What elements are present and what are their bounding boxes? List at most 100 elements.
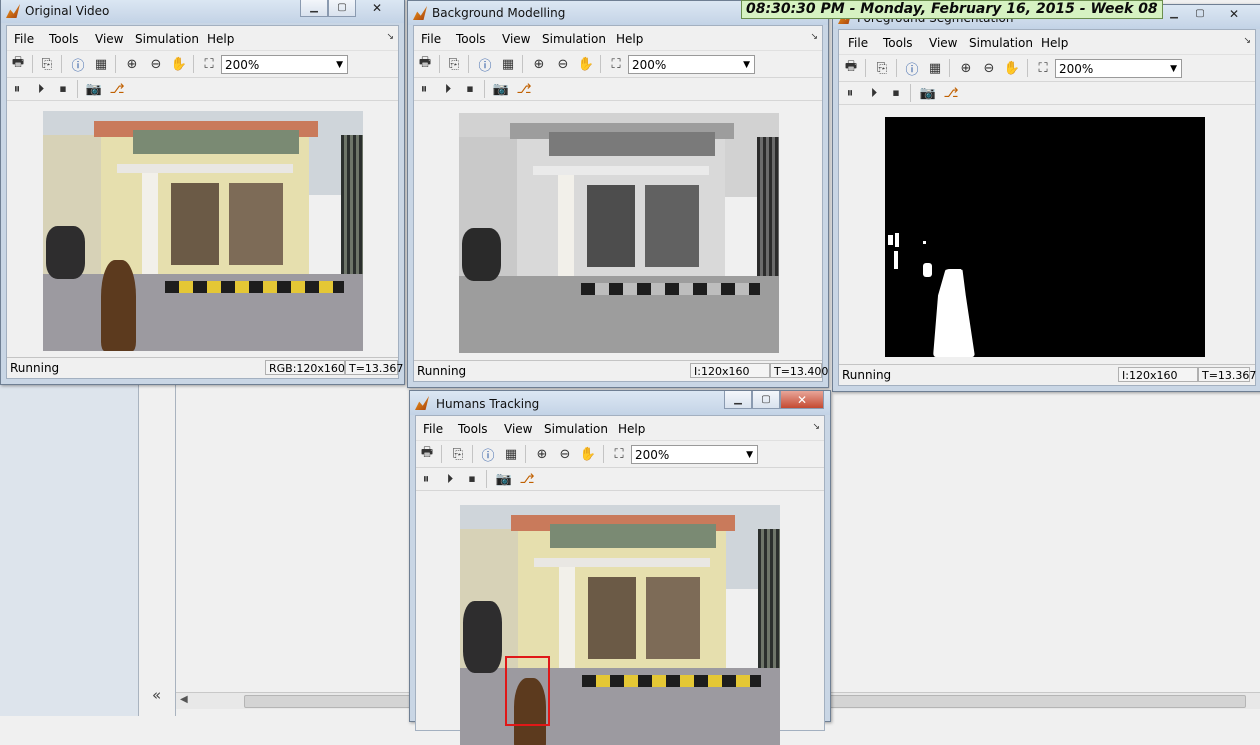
title-bar[interactable]: Original Video ▁ ▢ ✕ [1,0,404,23]
fit-to-window-icon[interactable]: ⛶ [1034,59,1052,77]
panel-divider [139,380,176,716]
pan-hand-icon[interactable]: ✋ [579,445,597,463]
stop-icon[interactable]: ⏹ [463,470,481,488]
info-icon[interactable]: ⓘ [476,55,494,74]
minimize-button[interactable]: ▁ [724,391,752,409]
step-forward-icon[interactable]: ⏵ [865,84,883,102]
title-bar[interactable]: Humans Tracking ▁ ▢ ✕ [410,391,830,415]
info-icon[interactable]: ⓘ [69,55,87,74]
copy-to-clipboard-icon[interactable]: ⎘ [445,55,463,73]
properties-icon[interactable]: ▦ [926,59,944,77]
menu-simulation[interactable]: Simulation [969,36,1033,50]
pause-icon[interactable]: ⏸ [8,80,26,98]
segmentation-mask [885,117,1205,357]
maximize-button[interactable]: ▢ [328,0,356,17]
stop-icon[interactable]: ⏹ [461,80,479,98]
menu-tools[interactable]: Tools [49,32,79,46]
highlight-block-icon[interactable]: ⎇ [518,470,536,488]
snapshot-camera-icon[interactable]: 📷 [495,470,513,488]
zoom-out-icon[interactable]: ⊖ [980,59,998,77]
menu-tools[interactable]: Tools [883,36,913,50]
pause-icon[interactable]: ⏸ [417,470,435,488]
menu-view[interactable]: View [502,32,530,46]
zoom-in-icon[interactable]: ⊕ [957,59,975,77]
print-icon[interactable]: 🖶 [9,55,27,73]
dock-arrow-icon[interactable]: ↘ [386,32,394,42]
copy-to-clipboard-icon[interactable]: ⎘ [873,59,891,77]
close-button[interactable]: ✕ [780,391,824,409]
stop-icon[interactable]: ⏹ [887,84,905,102]
fit-to-window-icon[interactable]: ⛶ [607,55,625,73]
menu-help[interactable]: Help [207,32,234,46]
zoom-select[interactable]: 200% ▼ [631,445,758,464]
menu-tools[interactable]: Tools [458,422,488,436]
snapshot-camera-icon[interactable]: 📷 [492,80,510,98]
maximize-button[interactable]: ▢ [1187,5,1213,22]
pause-icon[interactable]: ⏸ [841,84,859,102]
step-forward-icon[interactable]: ⏵ [439,80,457,98]
menu-file[interactable]: File [848,36,868,50]
menu-simulation[interactable]: Simulation [542,32,606,46]
zoom-in-icon[interactable]: ⊕ [123,55,141,73]
print-icon[interactable]: 🖶 [842,59,860,77]
print-icon[interactable]: 🖶 [416,55,434,73]
copy-to-clipboard-icon[interactable]: ⎘ [38,55,56,73]
menu-file[interactable]: File [423,422,443,436]
stop-icon[interactable]: ⏹ [54,80,72,98]
window-title: Background Modelling [432,6,566,20]
snapshot-camera-icon[interactable]: 📷 [919,84,937,102]
fit-to-window-icon[interactable]: ⛶ [200,55,218,73]
menu-view[interactable]: View [95,32,123,46]
zoom-in-icon[interactable]: ⊕ [530,55,548,73]
highlight-block-icon[interactable]: ⎇ [515,80,533,98]
pan-hand-icon[interactable]: ✋ [1003,59,1021,77]
properties-icon[interactable]: ▦ [499,55,517,73]
zoom-out-icon[interactable]: ⊖ [556,445,574,463]
dock-arrow-icon[interactable]: ↘ [810,32,818,42]
menu-help[interactable]: Help [616,32,643,46]
video-frame [43,111,363,351]
info-icon[interactable]: ⓘ [479,445,497,464]
zoom-select[interactable]: 200% ▼ [1055,59,1182,78]
pan-hand-icon[interactable]: ✋ [170,55,188,73]
menu-help[interactable]: Help [1041,36,1068,50]
pause-icon[interactable]: ⏸ [415,80,433,98]
menu-view[interactable]: View [504,422,532,436]
chevron-down-icon: ▼ [743,60,750,70]
menu-help[interactable]: Help [618,422,645,436]
chevron-down-icon: ▼ [746,450,753,460]
menu-file[interactable]: File [421,32,441,46]
menu-tools[interactable]: Tools [456,32,486,46]
step-forward-icon[interactable]: ⏵ [441,470,459,488]
dock-arrow-icon[interactable]: ↘ [1243,36,1251,46]
print-icon[interactable]: 🖶 [418,445,436,463]
zoom-out-icon[interactable]: ⊖ [554,55,572,73]
menu-view[interactable]: View [929,36,957,50]
info-icon[interactable]: ⓘ [903,59,921,78]
pan-hand-icon[interactable]: ✋ [577,55,595,73]
foreground-blob [923,241,926,244]
minimize-button[interactable]: ▁ [1161,5,1187,22]
zoom-out-icon[interactable]: ⊖ [147,55,165,73]
scroll-left-icon[interactable]: ◀ [180,694,188,705]
highlight-block-icon[interactable]: ⎇ [942,84,960,102]
minimize-button[interactable]: ▁ [300,0,328,17]
fit-to-window-icon[interactable]: ⛶ [610,445,628,463]
menu-simulation[interactable]: Simulation [544,422,608,436]
close-button[interactable]: ✕ [1213,5,1255,22]
step-forward-icon[interactable]: ⏵ [32,80,50,98]
close-button[interactable]: ✕ [356,0,398,16]
snapshot-camera-icon[interactable]: 📷 [85,80,103,98]
properties-icon[interactable]: ▦ [92,55,110,73]
collapse-panel-icon[interactable]: « [152,686,161,704]
menu-simulation[interactable]: Simulation [135,32,199,46]
maximize-button[interactable]: ▢ [752,391,780,409]
menu-file[interactable]: File [14,32,34,46]
zoom-select[interactable]: 200% ▼ [221,55,348,74]
dock-arrow-icon[interactable]: ↘ [812,422,820,432]
copy-to-clipboard-icon[interactable]: ⎘ [449,445,467,463]
properties-icon[interactable]: ▦ [502,445,520,463]
zoom-in-icon[interactable]: ⊕ [533,445,551,463]
highlight-block-icon[interactable]: ⎇ [108,80,126,98]
zoom-select[interactable]: 200% ▼ [628,55,755,74]
